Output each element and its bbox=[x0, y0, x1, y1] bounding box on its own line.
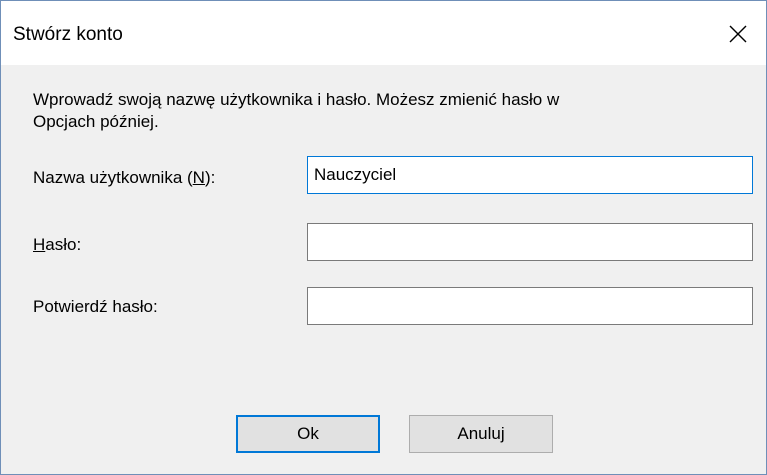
username-label-post: ): bbox=[204, 168, 216, 187]
username-input[interactable] bbox=[307, 156, 753, 194]
password-label-post: asło: bbox=[45, 235, 82, 254]
ok-button[interactable]: Ok bbox=[236, 415, 380, 453]
username-label: Nazwa użytkownika (N): bbox=[33, 167, 215, 189]
title-bar: Stwórz konto bbox=[1, 1, 766, 65]
close-button[interactable] bbox=[710, 5, 766, 63]
instruction-text: Wprowadź swoją nazwę użytkownika i hasło… bbox=[33, 89, 733, 133]
password-label: Hasło: bbox=[33, 234, 81, 256]
instruction-line-2: Opcjach później. bbox=[33, 112, 159, 131]
password-label-accel: H bbox=[33, 235, 46, 254]
instruction-line-1: Wprowadź swoją nazwę użytkownika i hasło… bbox=[33, 90, 560, 109]
close-icon bbox=[729, 25, 747, 43]
confirm-password-label: Potwierdź hasło: bbox=[33, 297, 158, 316]
username-label-pre: Nazwa użytkownika ( bbox=[33, 168, 193, 187]
confirm-password-input[interactable] bbox=[307, 287, 753, 325]
create-account-dialog: Stwórz konto Wprowadź swoją nazwę użytko… bbox=[0, 0, 767, 475]
username-label-accel: N bbox=[192, 168, 205, 187]
password-input[interactable] bbox=[307, 223, 753, 261]
window-title: Stwórz konto bbox=[13, 24, 123, 45]
cancel-button[interactable]: Anuluj bbox=[409, 415, 553, 453]
